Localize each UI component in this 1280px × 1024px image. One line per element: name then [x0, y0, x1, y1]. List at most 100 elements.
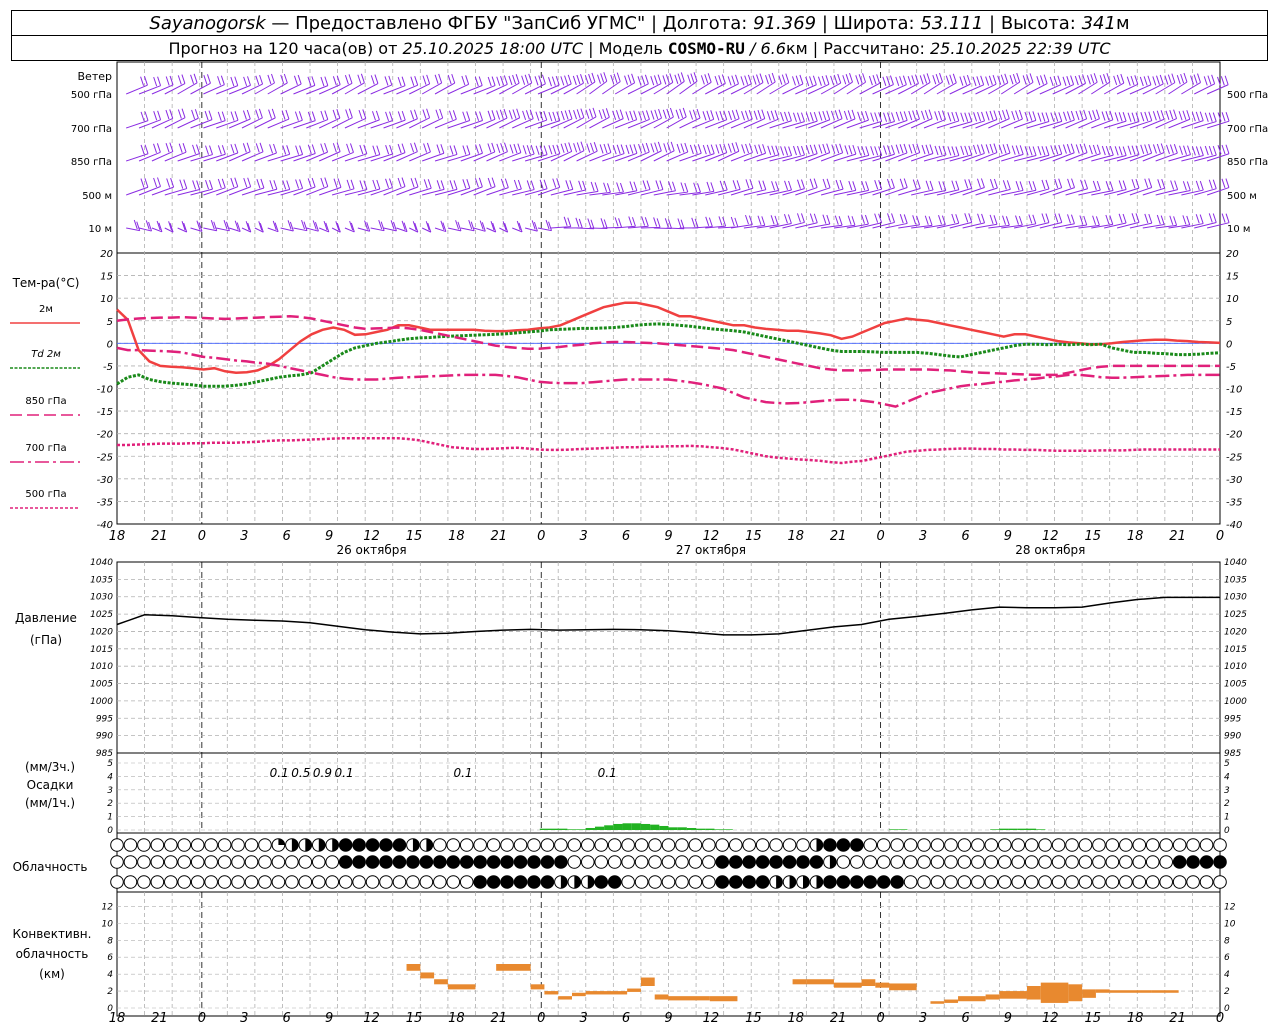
cloud-clear [621, 875, 635, 889]
wind-barb-feather [190, 74, 195, 84]
wind-level-label-left: 700 гПа [71, 124, 112, 135]
wind-barb-feather [928, 216, 933, 226]
wind-barb-feather [663, 143, 668, 153]
conv-cloud-bar [792, 979, 807, 985]
cloud-clear [1092, 838, 1106, 852]
x-tick-label: 18 [1127, 529, 1144, 544]
cloud-clear [123, 855, 138, 869]
wind-barb-feather [1197, 73, 1201, 83]
wind-barb-feather [719, 180, 724, 190]
cloud-symbol [446, 838, 461, 852]
wind-barb-feather [165, 143, 170, 153]
wind-barb-feather [426, 108, 431, 118]
cloud-clear [715, 838, 730, 852]
x-tick-label: 0 [876, 1011, 884, 1024]
cloud-overcast [473, 855, 487, 869]
cloud-symbol [580, 875, 595, 889]
cloud-clear [621, 838, 635, 852]
cloud-clear [1078, 855, 1093, 869]
wind-barb-feather [741, 111, 746, 121]
wind-barb-feather [1224, 75, 1229, 85]
wind-barb-feather [462, 179, 467, 189]
wind-barb-feather [1041, 179, 1046, 190]
temp-y-tick-right: -15 [1226, 407, 1242, 418]
cloud-clear [1132, 855, 1147, 869]
wind-barb-feather [919, 75, 924, 85]
wind-barb-feather [874, 112, 879, 122]
conv-title-1: Конвективн. [13, 927, 92, 941]
precip-bar [567, 829, 577, 830]
cloud-clear [863, 855, 878, 869]
wind-barb-feather [1022, 75, 1027, 85]
wind-barb-feather [938, 181, 943, 191]
wind-barb-feather [801, 145, 805, 156]
wind-barb-feather [923, 74, 928, 84]
wind-barb-feather [891, 112, 896, 122]
conv-y-tick-left: 10 [102, 919, 114, 929]
wind-barb-feather [706, 181, 711, 192]
wind-barb-feather [890, 178, 895, 189]
cloud-clear [244, 875, 259, 889]
wind-barb-feather [372, 111, 376, 121]
cloud-symbol [459, 838, 474, 852]
wind-barb-feather [140, 144, 145, 155]
cloud-symbol [540, 838, 555, 852]
wind-barb-feather [374, 74, 379, 84]
wind-barb-feather [1088, 145, 1093, 155]
wind-barb-feather [606, 183, 611, 193]
wind-barb-feather [1054, 178, 1059, 189]
cloud-symbol [957, 875, 972, 889]
cloud-symbol [1038, 838, 1052, 852]
wind-barb-feather [153, 76, 158, 87]
cloud-overcast [594, 875, 609, 889]
cloud-overcast [796, 855, 810, 869]
wind-barb-feather [1045, 112, 1050, 122]
precip-bar [1008, 828, 1018, 830]
cloud-symbol [1092, 875, 1106, 889]
x-tick-label: 0 [198, 1011, 206, 1024]
cloud-overcast [769, 855, 783, 869]
cloud-overcast [379, 838, 393, 852]
wind-barb-feather [1105, 111, 1110, 121]
wind-barb-feather [1195, 111, 1200, 122]
wind-barb-feather [1131, 145, 1136, 155]
cloud-clear [917, 838, 931, 852]
x-tick-label: 12 [363, 529, 380, 544]
conv-title-2: облачность [16, 947, 89, 961]
cloud-symbol [1051, 838, 1066, 852]
cloud-clear [890, 855, 904, 869]
wind-barb-shaft [306, 119, 328, 129]
cloud-clear [110, 875, 124, 889]
wind-barb-shaft [370, 227, 385, 232]
wind-barb-feather [1122, 213, 1127, 224]
wind-barb-feather [955, 146, 960, 156]
wind-barb-feather [401, 110, 406, 121]
wind-barb-shaft [409, 83, 430, 95]
wind-barb-feather [839, 143, 844, 153]
wind-barb-feather [299, 179, 304, 189]
wind-barb-feather [837, 73, 842, 84]
wind-barb-shaft [962, 152, 985, 162]
wind-barb-feather [293, 75, 298, 85]
cloud-symbol [419, 875, 434, 889]
wind-barb-feather [758, 180, 763, 190]
wind-barb-feather [320, 110, 325, 121]
precip-bar [604, 825, 614, 830]
wind-barb-shaft [524, 188, 548, 196]
wind-barb-shaft [872, 121, 895, 129]
cloud-symbol [513, 838, 528, 852]
wind-barb-feather [666, 108, 671, 119]
wind-barb-feather [809, 76, 814, 86]
cloud-overcast [836, 838, 851, 852]
cloud-symbol [500, 855, 514, 869]
wind-barb-shaft [550, 118, 573, 129]
wind-barb-feather [939, 72, 943, 83]
wind-barb-feather [1148, 111, 1153, 121]
cloud-partial-fill [776, 875, 783, 889]
cloud-symbol [1051, 855, 1066, 869]
cloud-symbol [244, 875, 259, 889]
cloud-clear [903, 838, 918, 852]
wind-barb-feather [452, 110, 457, 120]
wind-barb-feather [1012, 73, 1017, 84]
wind-barb-feather [740, 76, 745, 86]
